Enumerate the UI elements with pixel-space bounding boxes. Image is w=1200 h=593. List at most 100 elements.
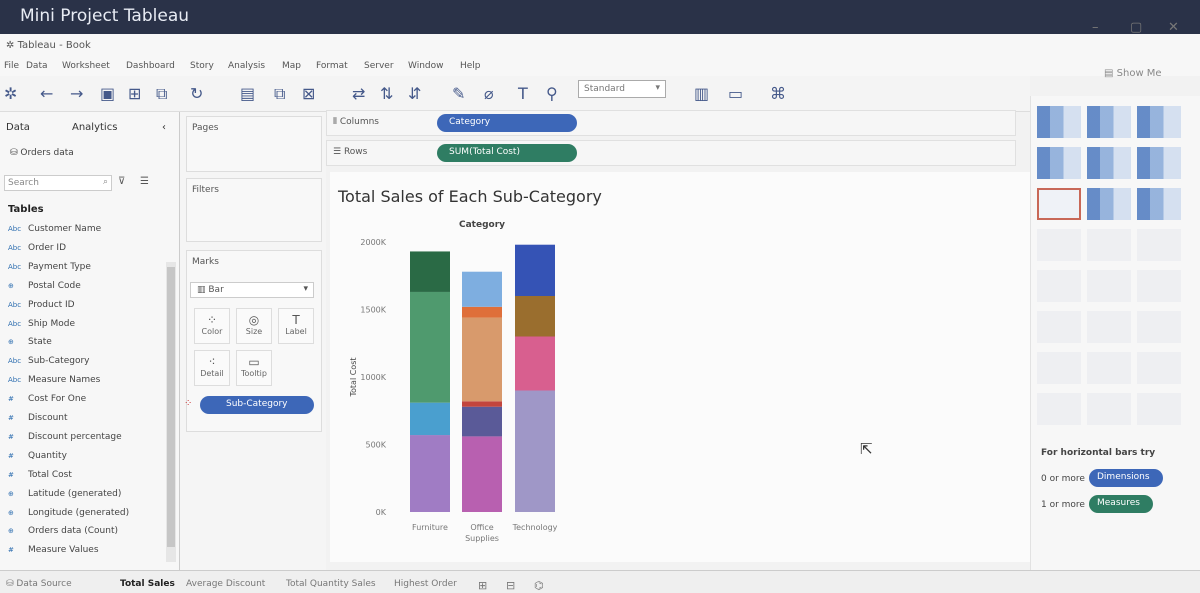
- menu-analysis[interactable]: Analysis: [228, 61, 265, 71]
- show-me-button[interactable]: ▤ Show Me: [1104, 68, 1162, 79]
- field-item[interactable]: # Cost For One: [8, 394, 86, 404]
- subcategory-color-pill[interactable]: ⁘ Sub-Category: [184, 396, 314, 414]
- menu-worksheet[interactable]: Worksheet: [62, 61, 110, 71]
- menu-map[interactable]: Map: [282, 61, 301, 71]
- total-cost-row-pill[interactable]: SUM(Total Cost): [437, 144, 577, 162]
- chart-type-thumbnail[interactable]: [1037, 311, 1081, 343]
- tab-highest-order[interactable]: Highest Order: [394, 579, 457, 589]
- chart-type-thumbnail[interactable]: [1137, 352, 1181, 384]
- close-icon[interactable]: ✕: [1168, 20, 1179, 35]
- chart-type-thumbnail[interactable]: [1087, 106, 1131, 138]
- sort-ascending-icon[interactable]: ⇅: [380, 84, 393, 103]
- group-icon[interactable]: ⌀: [484, 84, 494, 103]
- filters-card[interactable]: Filters: [186, 178, 322, 242]
- tab-analytics[interactable]: Analytics: [72, 122, 117, 133]
- tab-total-sales[interactable]: Total Sales: [120, 579, 175, 589]
- chart-type-thumbnail[interactable]: [1087, 147, 1131, 179]
- chart-type-thumbnail[interactable]: [1037, 147, 1081, 179]
- columns-shelf[interactable]: ⦀ Columns Category: [326, 110, 1016, 136]
- chart-type-thumbnail[interactable]: [1087, 229, 1131, 261]
- detail-button[interactable]: ⁖ Detail: [194, 350, 230, 386]
- highlight-icon[interactable]: ✎: [452, 84, 465, 103]
- menu-server[interactable]: Server: [364, 61, 394, 71]
- rows-shelf[interactable]: ☰ Rows SUM(Total Cost): [326, 140, 1016, 166]
- chart-type-thumbnail[interactable]: [1137, 229, 1181, 261]
- field-item[interactable]: # Total Cost: [8, 470, 72, 480]
- pin-icon[interactable]: ⚲: [546, 84, 558, 103]
- menu-story[interactable]: Story: [190, 61, 214, 71]
- maximize-icon[interactable]: ▢: [1130, 20, 1142, 35]
- chart-type-thumbnail[interactable]: [1087, 352, 1131, 384]
- minimize-icon[interactable]: –: [1092, 20, 1099, 35]
- new-dashboard-icon[interactable]: ⊟: [506, 579, 515, 592]
- pause-updates-icon[interactable]: ⧉: [156, 84, 167, 104]
- new-story-icon[interactable]: ⌬: [534, 579, 544, 592]
- category-column-pill[interactable]: Category: [437, 114, 577, 132]
- color-button[interactable]: ⁘ Color: [194, 308, 230, 344]
- size-button[interactable]: ◎ Size: [236, 308, 272, 344]
- presentation-icon[interactable]: ▭: [728, 84, 743, 103]
- share-icon[interactable]: ⌘: [770, 84, 786, 103]
- chart-type-thumbnail[interactable]: [1137, 393, 1181, 425]
- tab-total-quantity-sales[interactable]: Total Quantity Sales: [286, 579, 376, 589]
- chart-type-thumbnail[interactable]: [1137, 188, 1181, 220]
- chart-type-thumbnail[interactable]: [1037, 352, 1081, 384]
- field-item[interactable]: Abc Ship Mode: [8, 319, 75, 329]
- field-item[interactable]: # Discount: [8, 413, 68, 423]
- field-item[interactable]: Abc Payment Type: [8, 262, 91, 272]
- menu-data[interactable]: Data: [26, 61, 48, 71]
- field-item[interactable]: ⊕ Latitude (generated): [8, 489, 121, 499]
- chart-type-thumbnail[interactable]: [1037, 393, 1081, 425]
- chart-type-thumbnail[interactable]: [1137, 106, 1181, 138]
- label-button[interactable]: T Label: [278, 308, 314, 344]
- field-item[interactable]: ⊕ State: [8, 337, 52, 347]
- redo-icon[interactable]: →: [70, 84, 83, 103]
- collapse-pane-icon[interactable]: ‹: [162, 122, 166, 133]
- show-cards-icon[interactable]: ▥: [694, 84, 709, 103]
- datasource-item[interactable]: ⛁ Orders data: [10, 148, 74, 158]
- tableau-icon[interactable]: ✲: [4, 84, 17, 103]
- tooltip-button[interactable]: ▭ Tooltip: [236, 350, 272, 386]
- chart-type-thumbnail[interactable]: [1087, 188, 1131, 220]
- field-item[interactable]: ⊕ Orders data (Count): [8, 526, 118, 536]
- menu-format[interactable]: Format: [316, 61, 348, 71]
- chart-type-thumbnail[interactable]: [1137, 270, 1181, 302]
- menu-file[interactable]: File: [4, 61, 19, 71]
- fit-dropdown[interactable]: Standard ▾: [578, 80, 666, 98]
- chart-type-thumbnail[interactable]: [1037, 188, 1081, 220]
- tab-data[interactable]: Data: [6, 122, 30, 133]
- save-icon[interactable]: ▣: [100, 84, 115, 103]
- chart-type-thumbnail[interactable]: [1087, 311, 1131, 343]
- field-item[interactable]: Abc Product ID: [8, 300, 75, 310]
- mark-type-dropdown[interactable]: ▥ Bar ▾: [190, 282, 314, 298]
- search-input[interactable]: Search ⌕: [4, 175, 112, 191]
- field-item[interactable]: Abc Measure Names: [8, 375, 100, 385]
- field-item[interactable]: ⊕ Longitude (generated): [8, 508, 129, 518]
- scrollbar-thumb[interactable]: [167, 267, 175, 547]
- field-item[interactable]: # Discount percentage: [8, 432, 122, 442]
- field-item[interactable]: # Quantity: [8, 451, 67, 461]
- swap-icon[interactable]: ⇄: [352, 84, 365, 103]
- refresh-icon[interactable]: ↻: [190, 84, 203, 103]
- filter-icon[interactable]: ⊽: [118, 176, 125, 187]
- undo-icon[interactable]: ←: [40, 84, 53, 103]
- field-item[interactable]: # Measure Values: [8, 545, 99, 555]
- menu-dashboard[interactable]: Dashboard: [126, 61, 175, 71]
- chart-type-thumbnail[interactable]: [1087, 393, 1131, 425]
- new-worksheet-icon[interactable]: ⊞: [478, 579, 487, 592]
- new-worksheet-icon[interactable]: ▤: [240, 84, 255, 103]
- field-item[interactable]: ⊕ Postal Code: [8, 281, 81, 291]
- new-datasource-icon[interactable]: ⊞: [128, 84, 141, 103]
- tab-data-source[interactable]: ⛁ Data Source: [6, 579, 72, 589]
- field-item[interactable]: Abc Customer Name: [8, 224, 101, 234]
- menu-help[interactable]: Help: [460, 61, 481, 71]
- field-item[interactable]: Abc Sub-Category: [8, 356, 90, 366]
- tab-average-discount[interactable]: Average Discount: [186, 579, 265, 589]
- chart-type-thumbnail[interactable]: [1137, 311, 1181, 343]
- field-item[interactable]: Abc Order ID: [8, 243, 66, 253]
- labels-icon[interactable]: T: [518, 84, 528, 103]
- chart-type-thumbnail[interactable]: [1037, 270, 1081, 302]
- chart-type-thumbnail[interactable]: [1037, 106, 1081, 138]
- chart-type-thumbnail[interactable]: [1037, 229, 1081, 261]
- view-options-icon[interactable]: ☰: [140, 176, 149, 187]
